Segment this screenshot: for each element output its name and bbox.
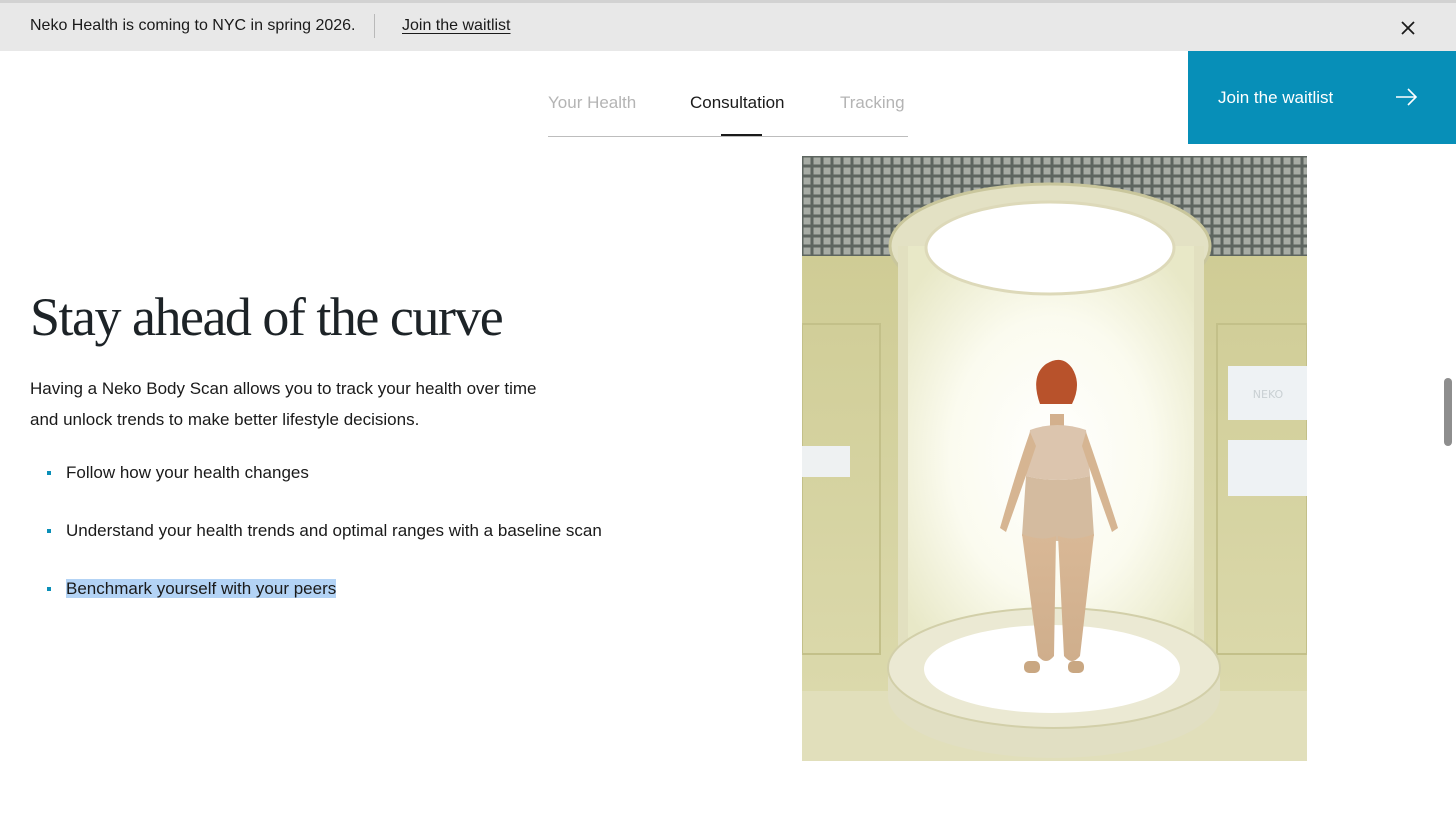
announcement-divider (374, 14, 375, 38)
page-title: Stay ahead of the curve (30, 287, 504, 347)
body-scan-illustration: NEKO (802, 156, 1307, 761)
bullet-marker (47, 471, 51, 475)
tab-tracking[interactable]: Tracking (840, 93, 905, 113)
tab-your-health[interactable]: Your Health (548, 93, 636, 113)
list-item: Benchmark yourself with your peers (30, 573, 610, 604)
list-item-text: Follow how your health changes (66, 463, 309, 482)
selected-text: Benchmark yourself with your peers (66, 579, 337, 598)
list-item: Understand your health trends and optima… (30, 515, 610, 546)
join-waitlist-button[interactable]: Join the waitlist (1188, 51, 1456, 144)
intro-paragraph: Having a Neko Body Scan allows you to tr… (30, 379, 537, 429)
arrow-right-icon (1396, 88, 1418, 106)
bullet-marker (47, 529, 51, 533)
close-icon (1401, 21, 1415, 35)
body-scan-photo: NEKO (802, 156, 1307, 761)
bullet-marker (47, 587, 51, 591)
list-item-text: Understand your health trends and optima… (66, 521, 602, 540)
announcement-waitlist-link[interactable]: Join the waitlist (402, 17, 511, 35)
join-waitlist-label: Join the waitlist (1218, 88, 1334, 107)
scrollbar-thumb[interactable] (1444, 378, 1452, 446)
section-tabs: Your Health Consultation Tracking (548, 84, 908, 137)
feature-list: Follow how your health changes Understan… (30, 457, 610, 604)
screen-logo: NEKO (1253, 388, 1284, 401)
announcement-bar: Neko Health is coming to NYC in spring 2… (0, 0, 1456, 51)
close-announcement-button[interactable] (1394, 14, 1422, 42)
active-tab-indicator (721, 134, 762, 136)
tab-consultation[interactable]: Consultation (690, 93, 785, 113)
announcement-text: Neko Health is coming to NYC in spring 2… (30, 17, 356, 34)
list-item: Follow how your health changes (30, 457, 610, 488)
